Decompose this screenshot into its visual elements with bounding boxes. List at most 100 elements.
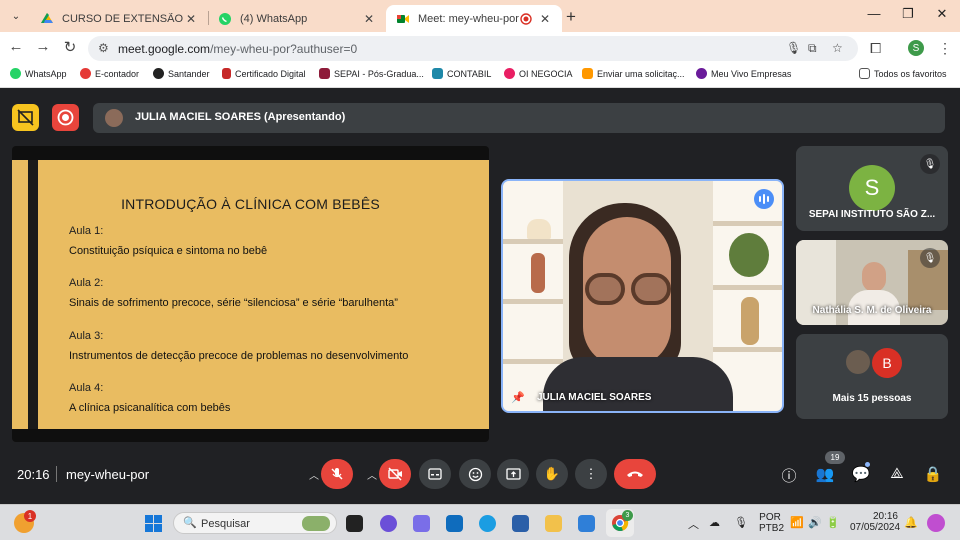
taskbar-search[interactable]: 🔍 Pesquisar xyxy=(173,512,337,534)
microphone-tray-icon[interactable]: 🎙 xyxy=(734,516,748,529)
meeting-details-icon[interactable]: ⓘ xyxy=(779,465,799,486)
show-hidden-icons-chevron-icon[interactable]: ︿ xyxy=(688,516,699,532)
reactions-button[interactable] xyxy=(459,459,491,489)
url-text: meet.google.com/mey-wheu-por?authuser=0 xyxy=(118,42,358,56)
raise-hand-button[interactable]: ✋ xyxy=(536,459,568,489)
close-tab-icon[interactable]: ✕ xyxy=(538,12,552,26)
camera-toggle-button[interactable] xyxy=(379,459,411,489)
tab-curso-extensao[interactable]: CURSO DE EXTENSÃO INTRODU ✕ xyxy=(30,5,208,32)
bookmark-enviar-solicitacao[interactable]: Enviar uma solicitaç... xyxy=(582,68,685,79)
menu-kebab-icon[interactable]: ⋮ xyxy=(938,40,952,57)
close-tab-icon[interactable]: ✕ xyxy=(362,12,376,26)
bookmark-whatsapp[interactable]: WhatsApp xyxy=(10,68,67,79)
chat-notification-dot xyxy=(865,462,870,467)
microsoft-store-icon[interactable] xyxy=(512,515,529,532)
captions-button[interactable] xyxy=(419,459,451,489)
participant-tile-sepai[interactable]: S 🎙 SEPAI INSTITUTO SÃO Z... xyxy=(796,146,948,231)
tab-meet[interactable]: Meet: mey-wheu-por ✕ xyxy=(386,5,562,32)
browser-toolbar: ← → ↻ ⚙ meet.google.com/mey-wheu-por?aut… xyxy=(0,32,960,64)
notifications-bell-icon[interactable]: 🔔 xyxy=(904,516,918,529)
edge-icon[interactable] xyxy=(479,515,496,532)
volume-icon[interactable]: 🔊 xyxy=(808,516,822,529)
profile-avatar[interactable]: S xyxy=(908,40,924,56)
reload-icon[interactable]: ↻ xyxy=(60,38,80,56)
slide-canvas: INTRODUÇÃO À CLÍNICA COM BEBÊS Aula 1: C… xyxy=(12,160,489,429)
meeting-time: 20:16 xyxy=(17,467,50,482)
system-clock[interactable]: 20:16 07/05/2024 xyxy=(850,511,900,533)
bookmark-meu-vivo[interactable]: Meu Vivo Empresas xyxy=(696,68,791,79)
open-in-new-icon[interactable]: ⧉ xyxy=(808,41,817,56)
task-view-icon[interactable] xyxy=(346,515,363,532)
close-tab-icon[interactable]: ✕ xyxy=(184,12,198,26)
bookmark-sepai[interactable]: SEPAI - Pós-Gradua... xyxy=(319,68,424,79)
lesson-label: Aula 4: xyxy=(69,382,104,394)
plant xyxy=(729,233,769,277)
pin-icon[interactable]: 📌 xyxy=(511,391,525,404)
bookmark-contabil[interactable]: CONTABIL xyxy=(432,68,491,79)
bolt-icon xyxy=(582,68,593,79)
bookmark-oi-negocia[interactable]: OI NEGOCIA xyxy=(504,68,573,79)
back-icon[interactable]: ← xyxy=(6,38,26,55)
slide-title: INTRODUÇÃO À CLÍNICA COM BEBÊS xyxy=(121,196,380,212)
forward-icon[interactable]: → xyxy=(33,38,53,55)
lesson-text: A clínica psicanalítica com bebês xyxy=(69,402,231,414)
recording-indicator-button[interactable] xyxy=(52,104,79,131)
participant-name: SEPAI INSTITUTO SÃO Z... xyxy=(808,209,936,220)
people-icon[interactable]: 👥 xyxy=(815,465,835,483)
google-meet-icon xyxy=(397,14,409,23)
hand-icon: ✋ xyxy=(543,466,561,481)
shelf-board xyxy=(503,359,563,364)
file-explorer-icon[interactable] xyxy=(545,515,562,532)
new-tab-button[interactable]: + xyxy=(566,7,576,27)
whatsapp-icon xyxy=(10,68,21,79)
tab-whatsapp[interactable]: (4) WhatsApp ✕ xyxy=(208,5,386,32)
battery-icon[interactable]: 🔋 xyxy=(826,516,840,529)
wifi-icon[interactable]: 📶 xyxy=(790,516,804,529)
minimize-icon[interactable]: — xyxy=(864,6,884,21)
mail-icon[interactable] xyxy=(578,515,595,532)
site-info-icon[interactable]: ⚙ xyxy=(98,41,109,55)
copilot-tray-icon[interactable] xyxy=(927,514,945,532)
bookmark-e-contador[interactable]: E-contador xyxy=(80,68,139,79)
copilot-icon[interactable] xyxy=(380,515,397,532)
windows-start-icon[interactable] xyxy=(145,515,162,532)
input-language[interactable]: POR PTB2 xyxy=(759,512,784,534)
participant-face xyxy=(862,262,886,292)
more-options-button[interactable]: ⋮ xyxy=(575,459,607,489)
all-bookmarks[interactable]: Todos os favoritos xyxy=(859,68,947,79)
record-icon xyxy=(57,109,74,126)
extensions-icon[interactable]: ⧠ xyxy=(870,40,881,57)
host-controls-lock-icon[interactable]: 🔒 xyxy=(923,465,943,483)
chrome-taskbar-button[interactable]: 3 xyxy=(606,509,634,537)
onedrive-cloud-icon[interactable]: ☁ xyxy=(709,516,720,529)
speaker-body xyxy=(543,357,733,411)
close-window-icon[interactable]: ✕ xyxy=(932,6,952,22)
chat-icon[interactable]: 💬 xyxy=(851,465,871,483)
tab-search-chevron-icon[interactable]: ⌄ xyxy=(6,6,26,26)
bookmark-certificado[interactable]: Certificado Digital xyxy=(222,68,306,79)
active-speaker-tile[interactable]: 📌 JULIA MACIEL SOARES xyxy=(501,179,784,413)
outlook-icon[interactable] xyxy=(446,515,463,532)
bookmark-santander[interactable]: Santander xyxy=(153,68,210,79)
hang-up-icon xyxy=(627,471,643,477)
shelf-board xyxy=(503,239,563,244)
tab-title: (4) WhatsApp xyxy=(240,12,308,25)
restore-icon[interactable]: ❐ xyxy=(898,6,918,22)
microphone-toggle-button[interactable] xyxy=(321,459,353,489)
meeting-code: mey-wheu-por xyxy=(66,467,150,482)
more-participants-tile[interactable]: B Mais 15 pessoas xyxy=(796,334,948,419)
shelf-board xyxy=(713,221,782,226)
stop-presenting-button[interactable] xyxy=(12,104,39,131)
microphone-icon[interactable]: 🎙 xyxy=(786,41,801,55)
teams-icon[interactable] xyxy=(413,515,430,532)
activities-icon[interactable]: ⟁ xyxy=(887,465,907,482)
participant-tile-nathalia[interactable]: 🎙 Nathália S. M. de Oliveira xyxy=(796,240,948,325)
bookmark-star-icon[interactable]: ☆ xyxy=(832,41,843,55)
leave-call-button[interactable] xyxy=(614,459,656,489)
presenter-banner: JULIA MACIEL SOARES (Apresentando) xyxy=(93,103,945,133)
address-bar[interactable]: ⚙ meet.google.com/mey-wheu-por?authuser=… xyxy=(88,36,858,61)
lesson-text: Constituição psíquica e sintoma no bebê xyxy=(69,245,268,257)
present-now-button[interactable] xyxy=(497,459,529,489)
folder-icon xyxy=(859,68,870,79)
windows-taskbar: 1 🔍 Pesquisar 3 ︿ ☁ 🎙 POR PTB2 📶 🔊 🔋 20:1… xyxy=(0,504,960,540)
